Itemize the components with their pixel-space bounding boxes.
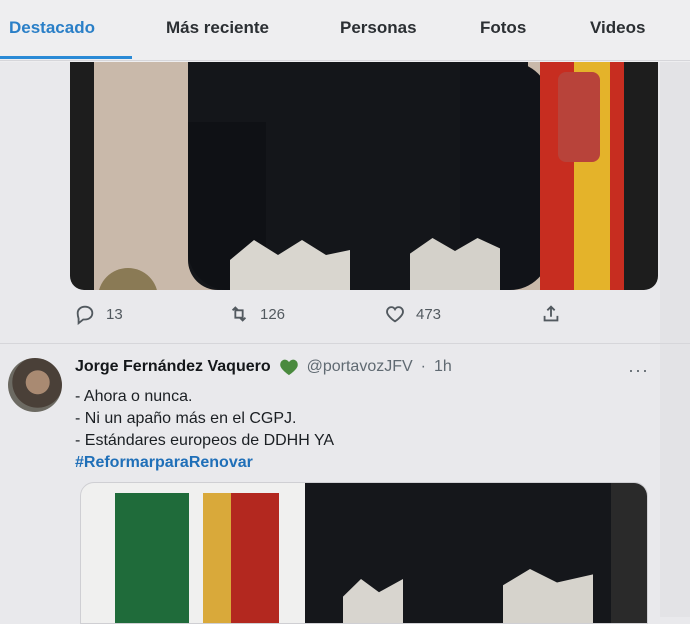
tab-mas-reciente[interactable]: Más reciente <box>166 18 269 38</box>
green-heart-icon <box>279 359 298 376</box>
like-button[interactable]: 473 <box>384 303 441 325</box>
retweet-button[interactable]: 126 <box>228 303 285 325</box>
tweet-text: - Ahora o nunca. - Ni un apaño más en el… <box>75 386 334 474</box>
tweet-photo[interactable] <box>70 62 658 290</box>
photo-flag-green <box>115 493 189 623</box>
tweet-header: Jorge Fernández Vaquero @portavozJFV · 1… <box>75 358 452 376</box>
tab-bar: Destacado Más reciente Personas Fotos Vi… <box>0 0 690 62</box>
active-tab-indicator <box>0 56 132 59</box>
photo-edge <box>611 483 647 623</box>
right-gutter <box>660 62 690 617</box>
tab-videos[interactable]: Videos <box>590 18 645 38</box>
reply-icon <box>76 305 94 325</box>
tweet-line: - Ahora o nunca. <box>75 388 193 405</box>
tab-divider <box>0 60 690 61</box>
tweet-actions: 13 126 473 <box>0 303 690 331</box>
author-name[interactable]: Jorge Fernández Vaquero <box>75 358 271 376</box>
like-count: 473 <box>416 305 442 323</box>
tweet-time[interactable]: 1h <box>434 358 452 376</box>
tab-destacado[interactable]: Destacado <box>9 18 95 38</box>
photo-flag-crest <box>558 72 600 162</box>
retweet-count: 126 <box>260 305 286 323</box>
avatar[interactable] <box>8 358 62 412</box>
tweet-line: - Ni un apaño más en el CGPJ. <box>75 410 297 427</box>
share-button[interactable] <box>540 303 562 325</box>
tweet-line: - Estándares europeos de DDHH YA <box>75 432 335 449</box>
header-separator: · <box>420 358 426 375</box>
hashtag-link[interactable]: #ReformarparaRenovar <box>75 452 334 474</box>
tweet-photo-2[interactable] <box>80 482 648 624</box>
reply-button[interactable]: 13 <box>74 303 123 325</box>
retweet-icon <box>231 306 247 322</box>
photo-flag-red <box>231 493 279 623</box>
author-handle[interactable]: @portavozJFV <box>307 358 413 376</box>
like-icon <box>386 306 404 323</box>
tab-personas[interactable]: Personas <box>340 18 417 38</box>
tweet-divider <box>0 343 690 344</box>
photo-flag-red-right <box>610 62 624 290</box>
tab-fotos[interactable]: Fotos <box>480 18 526 38</box>
share-icon <box>543 305 559 322</box>
more-icon[interactable]: ··· <box>628 360 649 381</box>
reply-count: 13 <box>106 305 123 323</box>
